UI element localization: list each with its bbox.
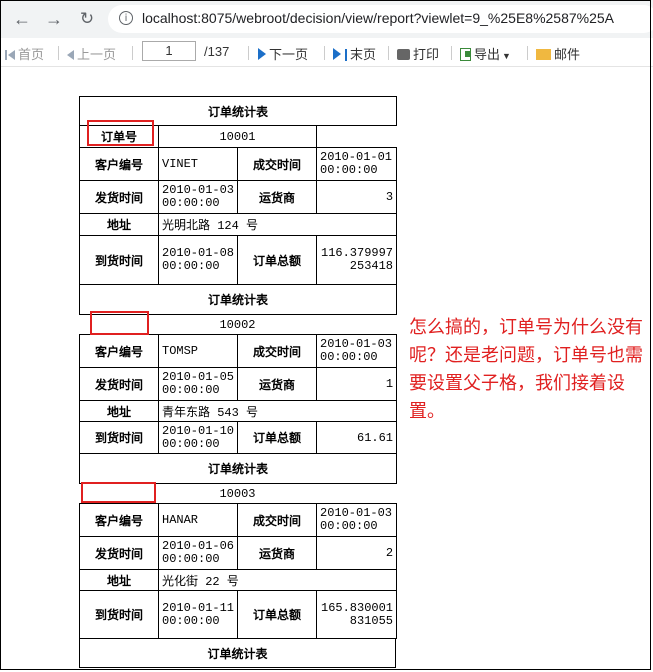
- customer-label: 客户编号: [79, 147, 159, 181]
- export-button[interactable]: 导出 ▼: [460, 44, 511, 63]
- browser-address-bar: ← → ↻ i localhost:8075/webroot/decision/…: [0, 0, 653, 39]
- ship-time-value: 2010-01-05 00:00:00: [158, 367, 238, 401]
- carrier-value: 1: [315, 367, 398, 401]
- total-pages: /137: [204, 44, 230, 59]
- total-label: 订单总额: [237, 421, 317, 454]
- highlight-box: [81, 482, 156, 503]
- highlight-box: [87, 120, 154, 146]
- ship-time-value: 2010-01-06 00:00:00: [158, 536, 238, 570]
- carrier-value: 3: [315, 180, 398, 214]
- total-label: 订单总额: [237, 235, 317, 285]
- arrive-time-value: 2010-01-11 00:00:00: [158, 590, 238, 639]
- blank-cell: [317, 126, 397, 148]
- arrive-time-label: 到货时间: [79, 421, 159, 454]
- customer-label: 客户编号: [79, 334, 159, 368]
- report-title: 订单统计表: [78, 453, 398, 484]
- arrive-time-value: 2010-01-10 00:00:00: [158, 421, 238, 454]
- divider: [324, 46, 325, 60]
- order-table: 订单统计表 10003 客户编号 HANAR 成交时间 2010-01-03 0…: [78, 453, 398, 639]
- report-body: 订单统计表 订单号 10001 客户编号 VINET 成交时间 2010-01-…: [78, 96, 398, 668]
- total-label: 订单总额: [237, 590, 317, 639]
- divider: [388, 46, 389, 60]
- carrier-label: 运货商: [237, 367, 317, 401]
- divider: [527, 46, 528, 60]
- carrier-label: 运货商: [237, 180, 317, 214]
- print-button[interactable]: 打印: [397, 44, 439, 63]
- arrow-left-icon[interactable]: ←: [10, 7, 34, 31]
- divider: [248, 46, 249, 60]
- order-table: 订单统计表: [79, 638, 396, 668]
- last-page-button[interactable]: 末页: [333, 44, 376, 63]
- address-value: 光化街 22 号: [157, 569, 398, 591]
- deal-time-label: 成交时间: [237, 334, 317, 368]
- deal-time-value: 2010-01-03 00:00:00: [315, 503, 398, 537]
- printer-icon: [397, 49, 410, 60]
- address-label: 地址: [79, 569, 159, 591]
- arrow-right-icon[interactable]: →: [42, 7, 66, 31]
- info-icon[interactable]: i: [119, 11, 133, 25]
- highlight-box: [90, 311, 149, 335]
- order-id-value: 10001: [158, 125, 317, 148]
- order-id-value: 10002: [219, 317, 256, 332]
- ship-time-label: 发货时间: [79, 536, 159, 570]
- next-page-button[interactable]: 下一页: [258, 44, 308, 63]
- arrive-time-label: 到货时间: [79, 590, 159, 639]
- url-box[interactable]: i localhost:8075/webroot/decision/view/r…: [108, 5, 653, 33]
- export-icon: [460, 48, 471, 61]
- reload-icon[interactable]: ↻: [75, 7, 99, 31]
- mail-button[interactable]: 邮件: [536, 44, 580, 63]
- customer-value: VINET: [158, 147, 238, 181]
- divider: [451, 46, 452, 60]
- first-page-icon: [5, 50, 7, 60]
- arrive-time-label: 到货时间: [79, 235, 159, 285]
- ship-time-label: 发货时间: [79, 180, 159, 214]
- ship-time-label: 发货时间: [79, 367, 159, 401]
- address-label: 地址: [79, 400, 159, 422]
- page-number-input[interactable]: 1: [142, 41, 196, 61]
- customer-value: TOMSP: [158, 334, 238, 368]
- blank-cell: [317, 315, 397, 335]
- customer-label: 客户编号: [79, 503, 159, 537]
- order-id-value: 10003: [219, 486, 256, 501]
- annotation-note: 怎么搞的，订单号为什么没有呢？还是老问题，订单号也需要设置父子格，我们接着设置。: [409, 317, 643, 422]
- last-page-icon: [333, 48, 341, 60]
- arrive-time-value: 2010-01-08 00:00:00: [158, 235, 238, 285]
- report-toolbar: 首页 上一页 1 /137 下一页 末页 打印 导出 ▼ 邮件: [0, 38, 653, 67]
- deal-time-label: 成交时间: [237, 503, 317, 537]
- next-page-icon: [258, 48, 266, 60]
- address-label: 地址: [79, 213, 159, 236]
- carrier-value: 2: [315, 536, 398, 570]
- blank-cell: [317, 484, 397, 504]
- total-value: 116.379997 253418: [315, 235, 398, 285]
- carrier-label: 运货商: [237, 536, 317, 570]
- address-value: 青年东路 543 号: [157, 400, 398, 422]
- total-value: 165.830001 831055: [315, 590, 398, 639]
- url-text[interactable]: localhost:8075/webroot/decision/view/rep…: [142, 10, 614, 26]
- ship-time-value: 2010-01-03 00:00:00: [158, 180, 238, 214]
- caret-down-icon: ▼: [502, 51, 511, 61]
- divider: [58, 46, 59, 60]
- prev-page-button[interactable]: 上一页: [67, 44, 116, 63]
- first-page-button[interactable]: 首页: [5, 44, 44, 63]
- deal-time-label: 成交时间: [237, 147, 317, 181]
- prev-page-icon: [67, 50, 74, 60]
- divider: [132, 46, 133, 60]
- mail-icon: [536, 49, 551, 60]
- deal-time-value: 2010-01-01 00:00:00: [315, 147, 398, 181]
- report-title: 订单统计表: [79, 638, 396, 668]
- customer-value: HANAR: [158, 503, 238, 537]
- total-value: 61.61: [315, 421, 398, 454]
- deal-time-value: 2010-01-03 00:00:00: [315, 334, 398, 368]
- order-table: 订单统计表 10002 客户编号 TOMSP 成交时间 2010-01-03 0…: [78, 284, 398, 454]
- address-value: 光明北路 124 号: [157, 213, 398, 236]
- report-title: 订单统计表: [78, 284, 398, 315]
